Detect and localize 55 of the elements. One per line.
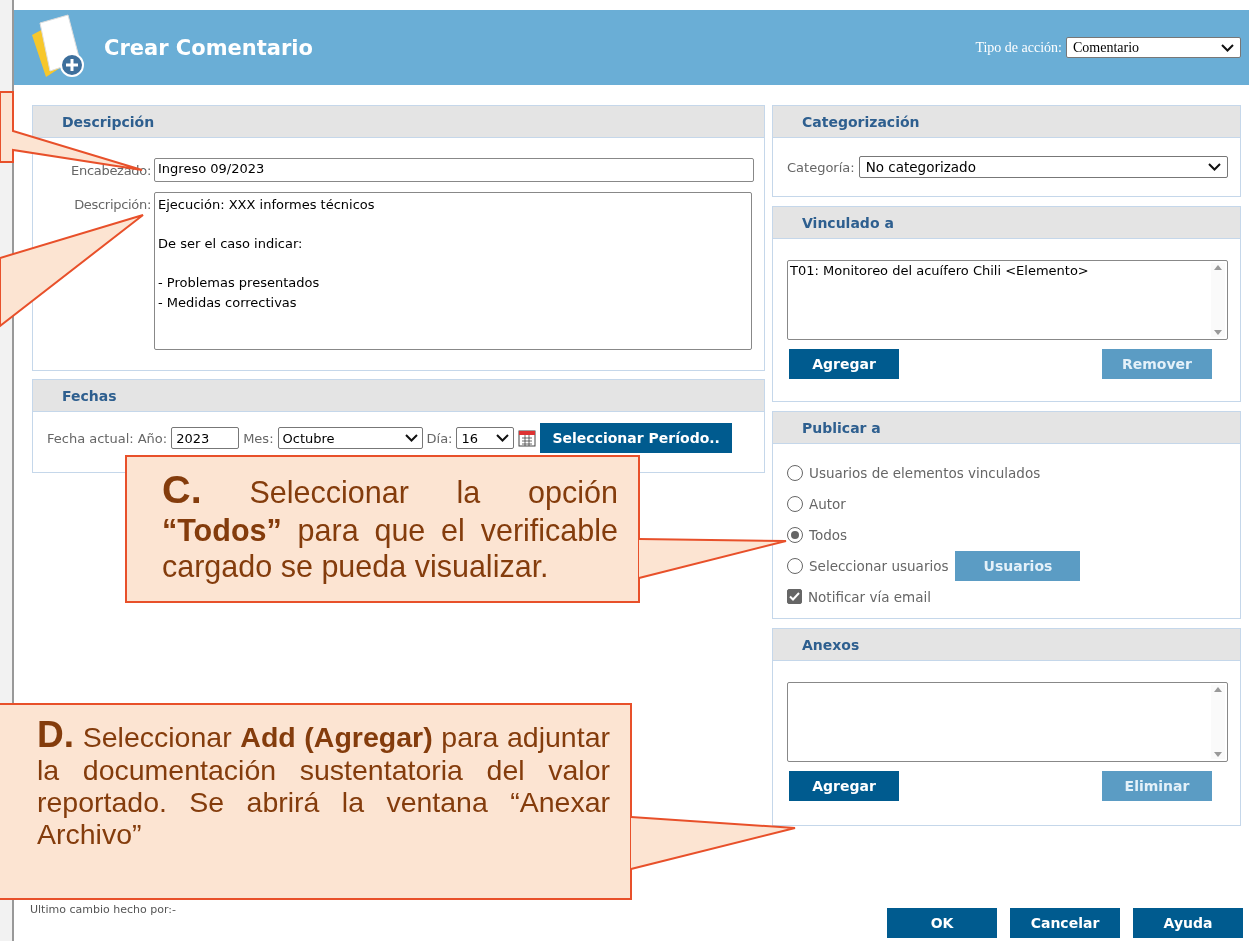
checkbox-label[interactable]: Notificar vía email	[808, 588, 931, 605]
day-label: Día:	[426, 430, 453, 446]
action-type-dropdown[interactable]: Comentario	[1066, 37, 1241, 58]
month-dropdown[interactable]: Octubre	[277, 427, 423, 449]
field-label: Descripción:	[73, 196, 151, 212]
window-title: Crear Comentario	[104, 35, 314, 60]
date-label: Fecha actual:	[47, 430, 134, 446]
option-label[interactable]: Todos	[809, 526, 848, 543]
callout-text: D. Seleccionar Add (Agregar) para adjuntar la documentación sustentatoria del valor reportado. Se abrirá la ventana “Anexar Archivo”	[37, 714, 610, 852]
description-textarea[interactable]: Ejecución: XXX informes técnicos De ser el caso indicar: - Problemas presentados - Medidas correctivas	[154, 192, 752, 350]
callout-text: C. Seleccionar la opción “Todos” para que el verificable cargado se pueda visualizar.	[162, 466, 618, 585]
chevron-down-icon	[1221, 43, 1234, 52]
year-label: Año:	[137, 430, 168, 446]
action-type-label: Tipo de acción:	[975, 39, 1062, 56]
select-period-button[interactable]: Seleccionar Período..	[540, 423, 732, 453]
panel-header: Fechas	[33, 380, 764, 412]
radio-button[interactable]	[787, 464, 803, 481]
category-dropdown[interactable]: No categorizado	[858, 156, 1228, 178]
chevron-down-icon	[496, 434, 510, 442]
year-field[interactable]: 2023	[171, 427, 240, 449]
scroll-down-icon[interactable]	[1213, 751, 1223, 759]
heading-field[interactable]: Ingreso 09/2023	[154, 158, 754, 182]
checkbox[interactable]	[787, 589, 802, 604]
scrollbar[interactable]	[1211, 685, 1225, 759]
scroll-up-icon[interactable]	[1213, 263, 1223, 271]
add-button[interactable]: Agregar	[789, 349, 899, 379]
scroll-up-icon[interactable]	[1213, 685, 1223, 693]
ok-button[interactable]: OK	[887, 908, 997, 938]
scrollbar[interactable]	[1211, 263, 1225, 337]
panel-header: Publicar a	[773, 412, 1240, 444]
day-dropdown[interactable]: 16	[456, 427, 515, 449]
list-item[interactable]: T01: Monitoreo del acuífero Chili <Elemento>	[790, 263, 1211, 278]
chevron-down-icon	[404, 434, 418, 442]
radio-button[interactable]	[787, 495, 803, 512]
calendar-icon[interactable]	[518, 429, 537, 447]
linked-items-list[interactable]: T01: Monitoreo del acuífero Chili <Elemento>	[787, 260, 1228, 340]
scroll-down-icon[interactable]	[1213, 329, 1223, 337]
field-label: Encabezado:	[70, 162, 151, 178]
category-label: Categoría:	[787, 159, 855, 175]
panel-header: Vinculado a	[773, 207, 1240, 239]
radio-button[interactable]	[787, 557, 803, 574]
add-button[interactable]: Agregar	[789, 771, 899, 801]
panel-header: Descripción	[33, 106, 764, 138]
help-button[interactable]: Ayuda	[1133, 908, 1243, 938]
radio-button[interactable]	[787, 526, 803, 543]
last-change-text: Ultimo cambio hecho por:-	[30, 903, 176, 918]
option-label[interactable]: Autor	[809, 495, 846, 512]
month-label: Mes:	[243, 430, 274, 446]
panel-header: Categorización	[773, 106, 1240, 138]
option-label[interactable]: Seleccionar usuarios	[809, 557, 949, 574]
chevron-down-icon	[1208, 163, 1221, 171]
panel-header: Anexos	[773, 629, 1240, 661]
cancel-button[interactable]: Cancelar	[1010, 908, 1120, 938]
option-label[interactable]: Usuarios de elementos vinculados	[809, 464, 1041, 481]
attachments-list[interactable]	[787, 682, 1228, 762]
